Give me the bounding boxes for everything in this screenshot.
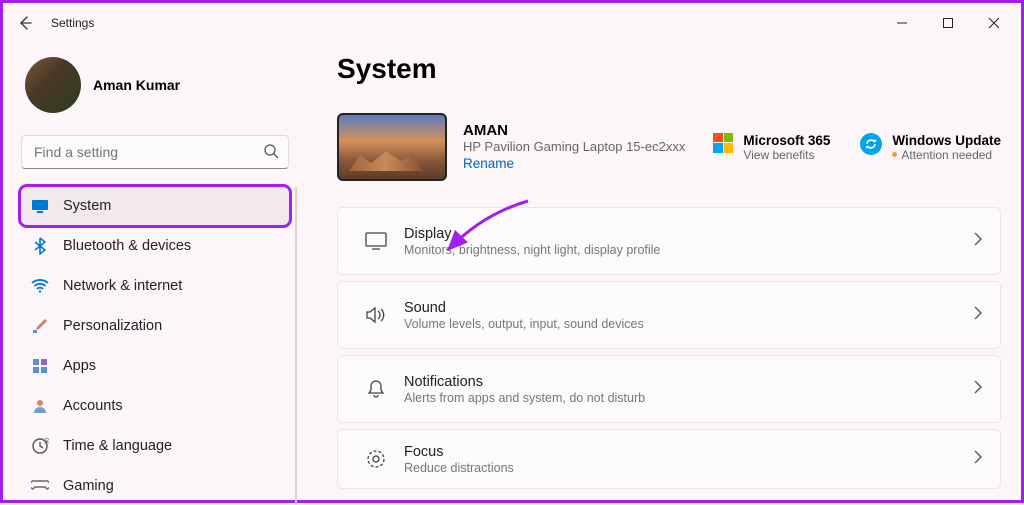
search-icon xyxy=(263,143,279,164)
nav-label: Apps xyxy=(63,358,96,374)
display-icon xyxy=(356,232,396,250)
nav-time[interactable]: 文 Time & language xyxy=(21,427,289,465)
tile-sub: Attention needed xyxy=(892,148,1001,162)
chevron-right-icon xyxy=(974,450,982,469)
row-title: Sound xyxy=(404,300,974,316)
bell-icon xyxy=(356,379,396,399)
row-sub: Reduce distractions xyxy=(404,461,974,475)
nav-label: Bluetooth & devices xyxy=(63,238,191,254)
nav-label: Personalization xyxy=(63,318,162,334)
nav-label: Gaming xyxy=(63,478,114,494)
desktop-thumbnail xyxy=(337,113,447,181)
row-sub: Monitors, brightness, night light, displ… xyxy=(404,243,974,257)
search-input[interactable] xyxy=(21,135,289,169)
back-button[interactable] xyxy=(7,5,43,41)
sidebar-scrollbar[interactable] xyxy=(295,187,297,505)
account-icon xyxy=(31,397,49,415)
row-title: Notifications xyxy=(404,374,974,390)
window-title: Settings xyxy=(51,16,94,30)
nav-system[interactable]: System xyxy=(21,187,289,225)
nav-label: System xyxy=(63,198,111,214)
main-panel: System AMAN HP Pavilion Gaming Laptop 15… xyxy=(303,43,1021,500)
nav-network[interactable]: Network & internet xyxy=(21,267,289,305)
apps-icon xyxy=(31,357,49,375)
page-heading: System xyxy=(337,53,1001,85)
nav-label: Network & internet xyxy=(63,278,182,294)
settings-list: Display Monitors, brightness, night ligh… xyxy=(337,207,1001,489)
windows-update-tile[interactable]: Windows Update Attention needed xyxy=(860,133,1001,162)
user-name: Aman Kumar xyxy=(93,77,180,93)
device-model: HP Pavilion Gaming Laptop 15-ec2xxx xyxy=(463,139,685,154)
close-button[interactable] xyxy=(971,5,1017,41)
ms365-tile[interactable]: Microsoft 365 View benefits xyxy=(713,133,830,162)
display-icon xyxy=(31,197,49,215)
update-icon xyxy=(860,133,882,155)
row-sub: Volume levels, output, input, sound devi… xyxy=(404,317,974,331)
bluetooth-icon xyxy=(31,237,49,255)
sound-icon xyxy=(356,306,396,324)
minimize-button[interactable] xyxy=(879,5,925,41)
titlebar: Settings xyxy=(3,3,1021,43)
rename-link[interactable]: Rename xyxy=(463,156,514,171)
nav-label: Time & language xyxy=(63,438,172,454)
sidebar: Aman Kumar System Bluetooth & devices Ne… xyxy=(3,43,303,500)
row-display[interactable]: Display Monitors, brightness, night ligh… xyxy=(337,207,1001,275)
nav-gaming[interactable]: Gaming xyxy=(21,467,289,505)
microsoft-logo-icon xyxy=(713,133,733,153)
nav-label: Accounts xyxy=(63,398,123,414)
tile-title: Microsoft 365 xyxy=(743,133,830,148)
svg-text:文: 文 xyxy=(44,437,49,445)
wifi-icon xyxy=(31,277,49,295)
row-title: Focus xyxy=(404,444,974,460)
nav-accounts[interactable]: Accounts xyxy=(21,387,289,425)
row-notifications[interactable]: Notifications Alerts from apps and syste… xyxy=(337,355,1001,423)
chevron-right-icon xyxy=(974,306,982,325)
row-title: Display xyxy=(404,226,974,242)
nav-list: System Bluetooth & devices Network & int… xyxy=(21,187,289,505)
row-sound[interactable]: Sound Volume levels, output, input, soun… xyxy=(337,281,1001,349)
maximize-button[interactable] xyxy=(925,5,971,41)
row-sub: Alerts from apps and system, do not dist… xyxy=(404,391,974,405)
chevron-right-icon xyxy=(974,232,982,251)
tile-sub: View benefits xyxy=(743,148,830,162)
search-box[interactable] xyxy=(21,135,289,169)
row-focus[interactable]: Focus Reduce distractions xyxy=(337,429,1001,489)
avatar xyxy=(25,57,81,113)
focus-icon xyxy=(356,449,396,469)
gaming-icon xyxy=(31,477,49,495)
nav-apps[interactable]: Apps xyxy=(21,347,289,385)
brush-icon xyxy=(31,317,49,335)
device-row: AMAN HP Pavilion Gaming Laptop 15-ec2xxx… xyxy=(337,113,1001,181)
chevron-right-icon xyxy=(974,380,982,399)
window-controls xyxy=(879,5,1017,41)
nav-bluetooth[interactable]: Bluetooth & devices xyxy=(21,227,289,265)
user-card[interactable]: Aman Kumar xyxy=(21,43,289,135)
nav-personalization[interactable]: Personalization xyxy=(21,307,289,345)
device-name: AMAN xyxy=(463,122,685,139)
clock-icon: 文 xyxy=(31,437,49,455)
tile-title: Windows Update xyxy=(892,133,1001,148)
